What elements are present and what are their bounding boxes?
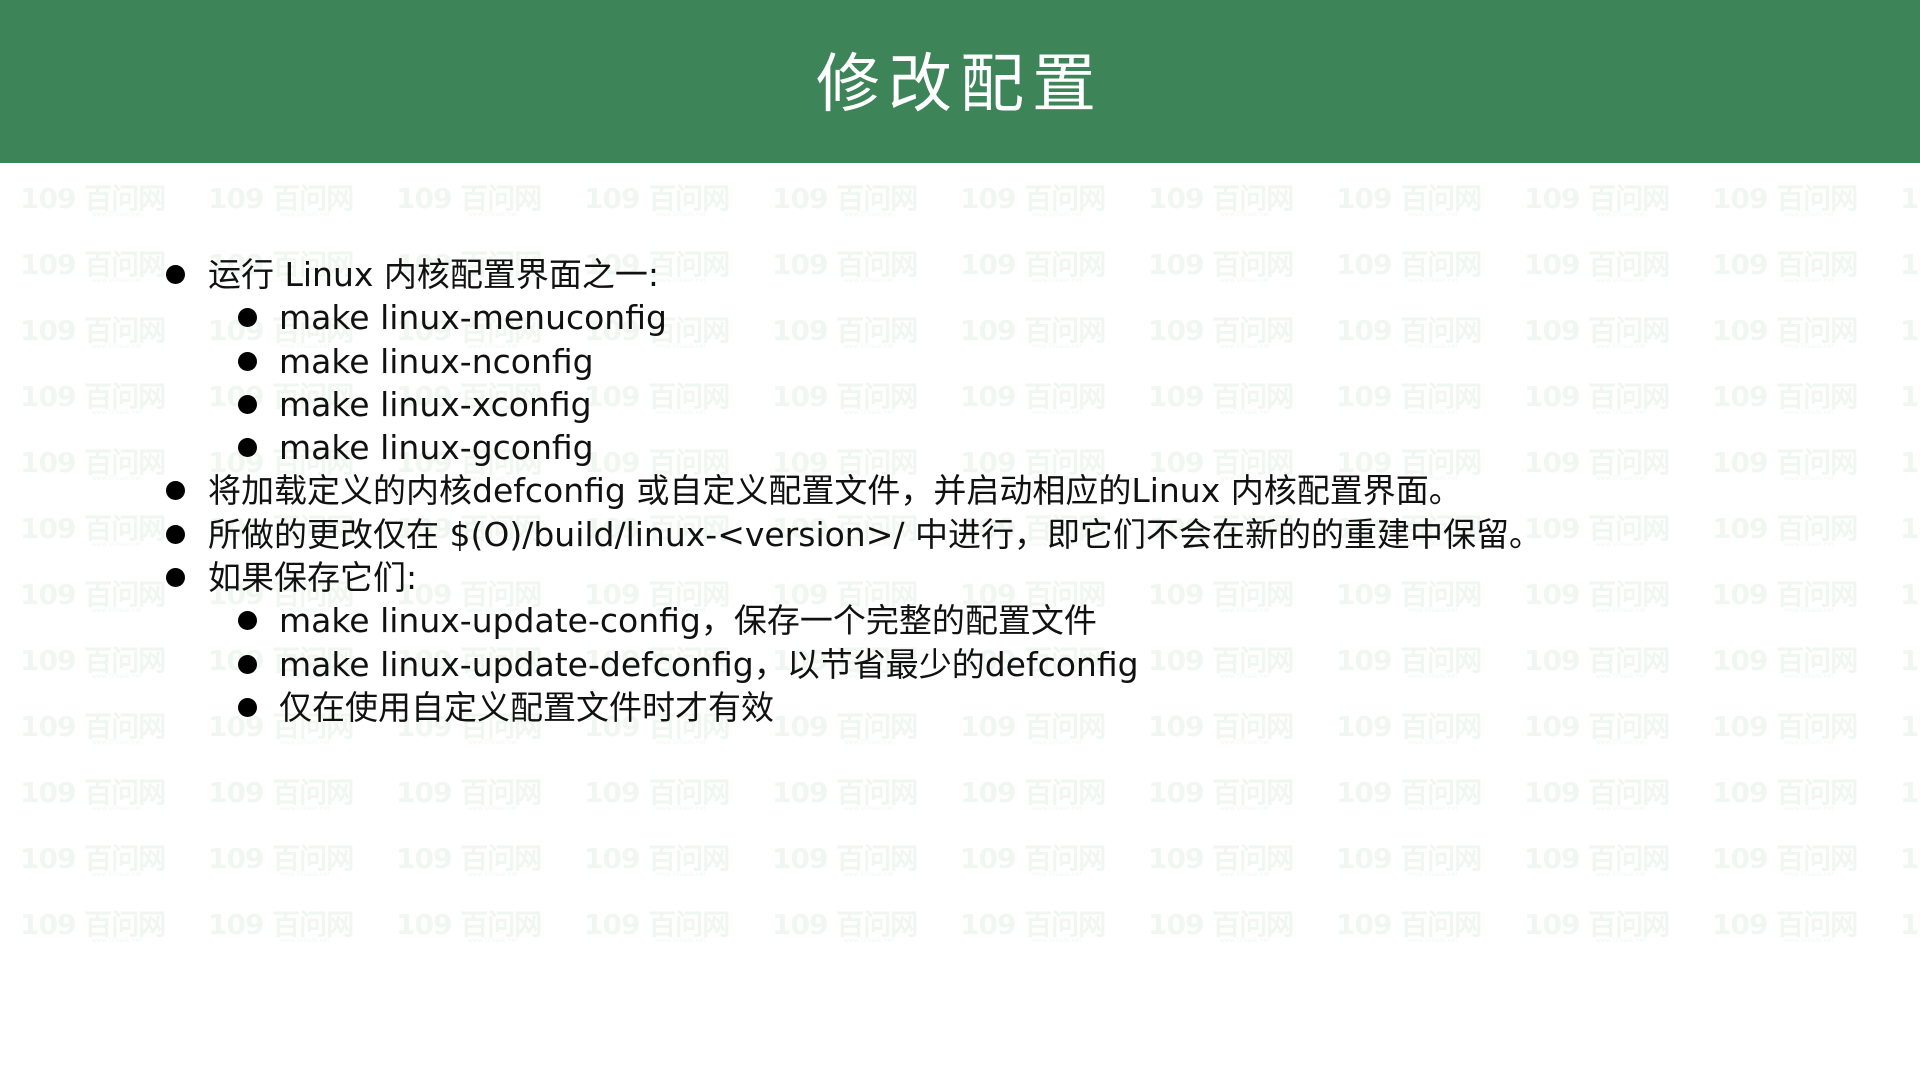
sub-bullet-item: make linux-xconfig [0, 383, 1920, 426]
bullet-dot-icon [238, 654, 257, 674]
watermark-logo: 109 百问网www.100ask.net [208, 908, 354, 944]
watermark-logo: 109 百问网www.100ask.net [584, 842, 730, 878]
bullet-dot-icon [166, 481, 185, 501]
sub-bullet-item: make linux-menuconfig [0, 296, 1920, 339]
watermark-logo: 109 百问网www.100ask.net [1900, 842, 1920, 875]
watermark-logo: 109 百问网www.100ask.net [1148, 842, 1294, 878]
watermark-logo: 109 百问网www.100ask.net [1712, 842, 1858, 878]
bullet-text: 将加载定义的内核defconfig 或自定义配置文件，并启动相应的Linux 内… [208, 471, 1462, 511]
bullet-dot-icon [238, 351, 257, 371]
bullet-text: make linux-nconfig [279, 341, 594, 381]
bullet-dot-icon [238, 308, 257, 328]
watermark-logo: 109 百问网www.100ask.net [584, 182, 730, 218]
bullet-text: make linux-menuconfig [279, 298, 667, 338]
bullet-text: make linux-update-defconfig，以节省最少的defcon… [279, 644, 1139, 684]
watermark-logo: 109 百问网www.100ask.net [1336, 842, 1482, 878]
watermark-logo: 109 百问网www.100ask.net [1336, 776, 1482, 812]
watermark-logo: 109 百问网www.100ask.net [960, 842, 1106, 878]
sub-bullet-item: make linux-update-defconfig，以节省最少的defcon… [0, 643, 1920, 686]
watermark-logo: 109 百问网www.100ask.net [1524, 842, 1670, 878]
sub-bullet-item: make linux-gconfig [0, 426, 1920, 469]
watermark-logo: 109 百问网www.100ask.net [1900, 908, 1920, 941]
bullet-dot-icon [166, 568, 185, 588]
watermark-logo: 109 百问网www.100ask.net [584, 776, 730, 812]
bullet-text: make linux-update-config，保存一个完整的配置文件 [279, 601, 1097, 641]
watermark-logo: 109 百问网www.100ask.net [1524, 908, 1670, 944]
watermark-logo: 109 百问网www.100ask.net [960, 908, 1106, 944]
bullet-list: 运行 Linux 内核配置界面之一: make linux-menuconfig m… [0, 253, 1920, 729]
watermark-logo: 109 百问网www.100ask.net [396, 842, 542, 878]
watermark-logo: 109 百问网www.100ask.net [20, 842, 166, 878]
bullet-dot-icon [166, 265, 185, 284]
watermark-logo: 109 百问网www.100ask.net [20, 776, 166, 812]
bullet-text: 运行 Linux 内核配置界面之一: [208, 255, 660, 294]
watermark-logo: 109 百问网www.100ask.net [208, 842, 354, 878]
watermark-logo: 109 百问网www.100ask.net [772, 908, 918, 944]
bullet-dot-icon [238, 438, 257, 458]
watermark-logo: 109 百问网www.100ask.net [1524, 776, 1670, 812]
watermark-logo: 109 百问网www.100ask.net [960, 776, 1106, 812]
watermark-logo: 109 百问网www.100ask.net [772, 182, 918, 218]
watermark-logo: 109 百问网www.100ask.net [772, 842, 918, 878]
bullet-text: make linux-gconfig [279, 428, 594, 468]
watermark-logo: 109 百问网www.100ask.net [1148, 908, 1294, 944]
watermark-logo: 109 百问网www.100ask.net [772, 776, 918, 812]
bullet-text: 仅在使用自定义配置文件时才有效 [279, 687, 774, 727]
bullet-item: 运行 Linux 内核配置界面之一: [0, 253, 1920, 296]
bullet-dot-icon [238, 611, 257, 631]
watermark-logo: 109 百问网www.100ask.net [396, 776, 542, 812]
bullet-item: 将加载定义的内核defconfig 或自定义配置文件，并启动相应的Linux 内… [0, 469, 1920, 512]
bullet-text: 所做的更改仅在 $(O)/build/linux-<version>/ 中进行，… [208, 514, 1542, 554]
sub-bullet-item: make linux-update-config，保存一个完整的配置文件 [0, 599, 1920, 642]
watermark-logo: 109 百问网www.100ask.net [1712, 776, 1858, 812]
bullet-dot-icon [238, 697, 257, 717]
watermark-logo: 109 百问网www.100ask.net [1712, 908, 1858, 944]
watermark-logo: 109 百问网www.100ask.net [1336, 908, 1482, 944]
watermark-logo: 109 百问网www.100ask.net [1148, 776, 1294, 812]
sub-bullet-item: make linux-nconfig [0, 340, 1920, 383]
watermark-logo: 109 百问网www.100ask.net [1900, 776, 1920, 809]
watermark-logo: 109 百问网www.100ask.net [20, 182, 166, 218]
watermark-logo: 109 百问网www.100ask.net [208, 182, 354, 218]
slide-header: 修改配置 [0, 0, 1920, 163]
slide-title: 修改配置 [816, 48, 1104, 122]
watermark-logo: 109 百问网www.100ask.net [960, 182, 1106, 218]
watermark-logo: 109 百问网www.100ask.net [584, 908, 730, 944]
bullet-item: 如果保存它们: [0, 556, 1920, 599]
watermark-logo: 109 百问网www.100ask.net [396, 908, 542, 944]
watermark-logo: 109 百问网www.100ask.net [208, 776, 354, 812]
watermark-logo: 109 百问网www.100ask.net [1148, 182, 1294, 218]
bullet-text: make linux-xconfig [279, 384, 592, 424]
watermark-logo: 109 百问网www.100ask.net [1336, 182, 1482, 218]
watermark-logo: 109 百问网www.100ask.net [1524, 182, 1670, 218]
bullet-item: 所做的更改仅在 $(O)/build/linux-<version>/ 中进行，… [0, 513, 1920, 556]
watermark-logo: 109 百问网www.100ask.net [20, 908, 166, 944]
watermark-logo: 109 百问网www.100ask.net [1712, 182, 1858, 218]
watermark-logo: 109 百问网www.100ask.net [1900, 182, 1920, 215]
bullet-text: 如果保存它们: [208, 558, 418, 598]
bullet-dot-icon [166, 524, 185, 544]
sub-bullet-item: 仅在使用自定义配置文件时才有效 [0, 686, 1920, 729]
bullet-dot-icon [238, 394, 257, 414]
watermark-logo: 109 百问网www.100ask.net [396, 182, 542, 218]
